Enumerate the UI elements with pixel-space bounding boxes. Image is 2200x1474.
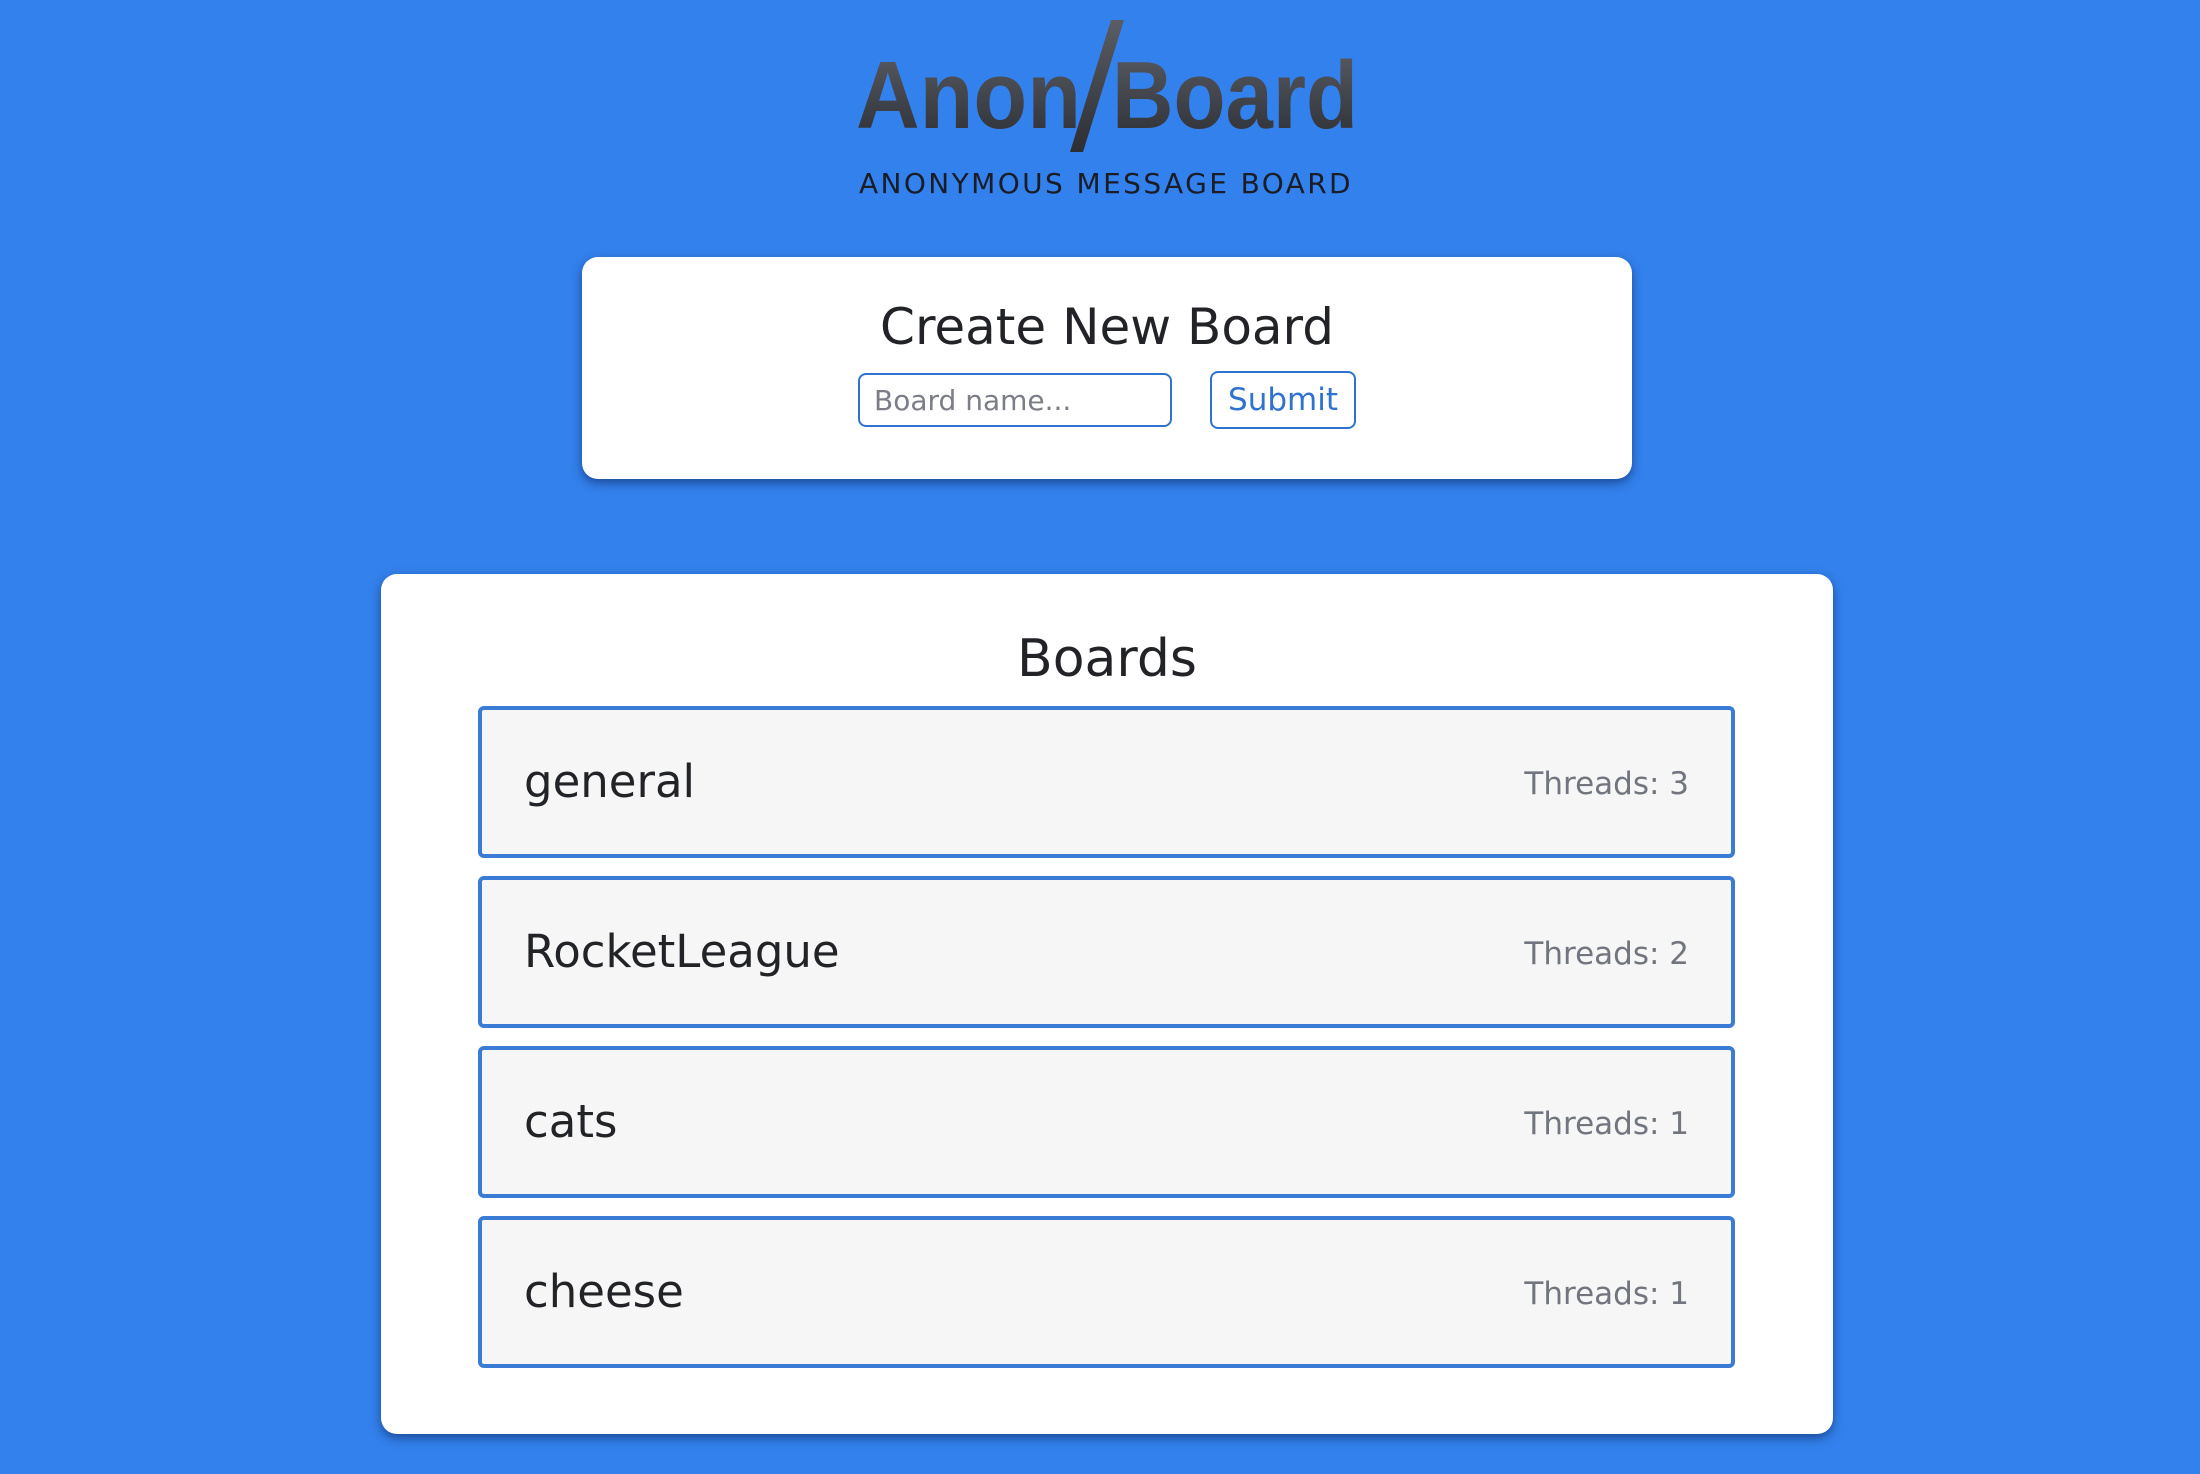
board-name: RocketLeague <box>524 925 840 978</box>
board-item-cats[interactable]: cats Threads: 1 <box>478 1046 1735 1198</box>
board-name: general <box>524 755 696 808</box>
board-thread-count: Threads: 1 <box>1524 1106 1689 1142</box>
board-item-rocketleague[interactable]: RocketLeague Threads: 2 <box>478 876 1735 1028</box>
submit-button[interactable]: Submit <box>1210 371 1356 429</box>
boards-title: Boards <box>1017 629 1197 689</box>
board-item-cheese[interactable]: cheese Threads: 1 <box>478 1216 1735 1368</box>
board-list: general Threads: 3 RocketLeague Threads:… <box>478 706 1735 1386</box>
board-name: cheese <box>524 1265 684 1318</box>
board-name: cats <box>524 1095 618 1148</box>
board-item-general[interactable]: general Threads: 3 <box>478 706 1735 858</box>
board-thread-count: Threads: 2 <box>1524 936 1689 972</box>
logo-text-part2: Board <box>1112 42 1358 149</box>
create-board-card: Create New Board Submit <box>582 257 1632 479</box>
site-logo[interactable]: Anon Board ANONYMOUS MESSAGE BOARD <box>0 10 2200 200</box>
logo-text-part1: Anon <box>856 42 1081 149</box>
board-thread-count: Threads: 3 <box>1524 766 1689 802</box>
boards-card: Boards general Threads: 3 RocketLeague T… <box>381 574 1833 1434</box>
create-board-title: Create New Board <box>880 298 1334 356</box>
logo-subtitle: ANONYMOUS MESSAGE BOARD <box>858 167 1354 200</box>
board-name-input[interactable] <box>858 373 1172 427</box>
page: Anon Board ANONYMOUS MESSAGE BOARD Creat… <box>0 0 2200 1474</box>
board-thread-count: Threads: 1 <box>1524 1276 1689 1312</box>
